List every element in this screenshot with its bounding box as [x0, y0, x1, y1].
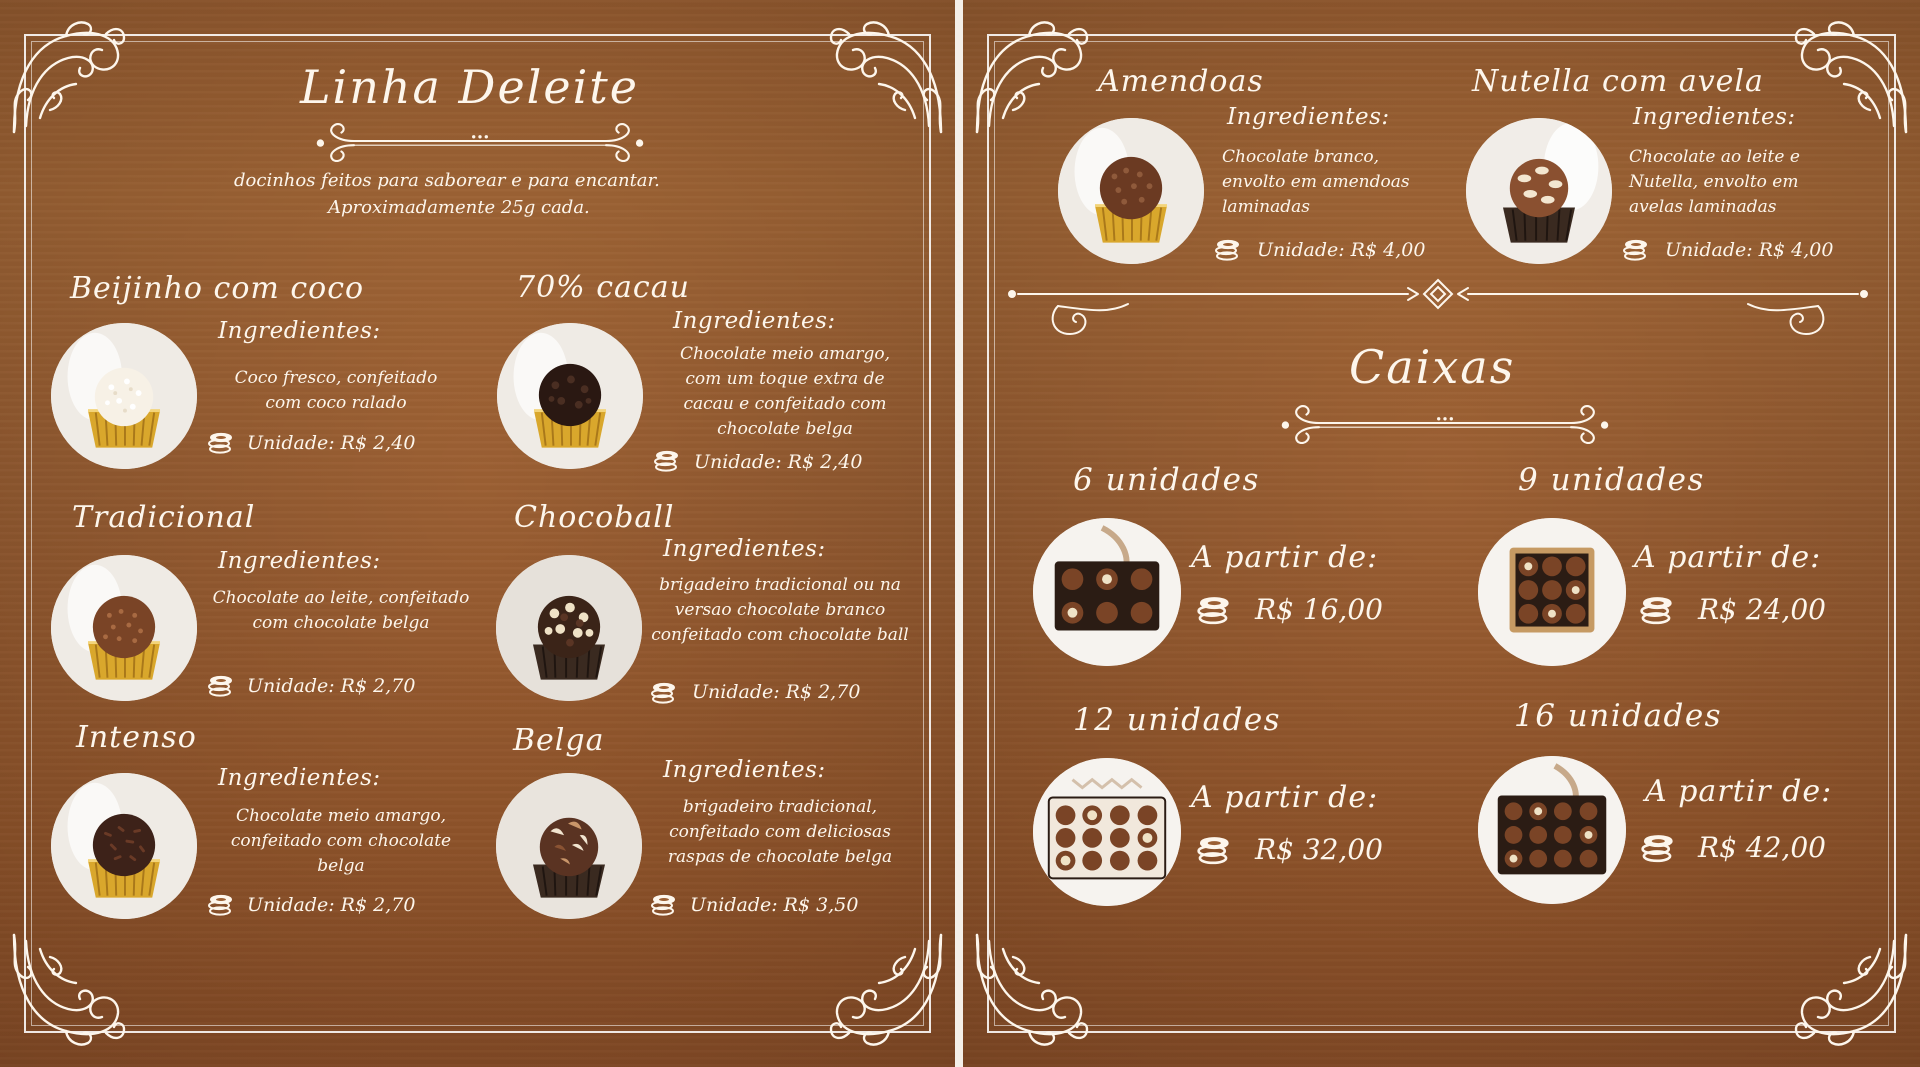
coin-stack-icon [1196, 593, 1230, 625]
product-description: Chocolate ao leite, confeitado com choco… [212, 588, 470, 633]
coin-stack-icon [207, 430, 233, 454]
product-description: Chocolate meio amargo, com um toque extr… [679, 344, 891, 439]
product-price: Unidade: R$ 4,00 [1257, 239, 1426, 261]
corner-flourish-icon [6, 14, 131, 139]
box-price: R$ 42,00 [1698, 831, 1826, 864]
product-name: Amendoas [1098, 64, 1264, 99]
coin-stack-icon [1622, 237, 1648, 261]
menu-spread: Linha Deleite docinhos feitos para sabor… [0, 0, 1920, 1067]
section-title: Caixas [1349, 340, 1516, 394]
product-name: Chocoball [514, 500, 675, 535]
product-photo-nutella [1466, 118, 1612, 264]
box-size-label: 9 unidades [1518, 462, 1705, 498]
box-photo-9 [1478, 518, 1626, 666]
product-price: Unidade: R$ 2,40 [247, 432, 416, 454]
product-price: Unidade: R$ 4,00 [1665, 239, 1834, 261]
corner-flourish-icon [6, 928, 131, 1053]
ingredients-heading: Ingredientes: [218, 318, 381, 344]
corner-flourish-icon [969, 928, 1094, 1053]
coin-stack-icon [207, 892, 233, 916]
right-menu-page: Amendoas Ingredientes: Chocolate branco,… [963, 0, 1920, 1067]
from-price-label: A partir de: [1191, 540, 1379, 575]
corner-flourish-icon [969, 14, 1094, 139]
product-photo-belga [496, 773, 642, 919]
product-photo-amendoas [1058, 118, 1204, 264]
box-size-label: 16 unidades [1514, 698, 1723, 734]
product-price: Unidade: R$ 2,40 [694, 451, 863, 473]
ingredients-heading: Ingredientes: [673, 308, 836, 334]
ingredients-heading: Ingredientes: [1227, 104, 1390, 130]
coin-stack-icon [1639, 593, 1673, 625]
product-description: brigadeiro tradicional, confeitado com d… [667, 797, 893, 867]
box-price: R$ 32,00 [1255, 833, 1383, 866]
left-menu-page: Linha Deleite docinhos feitos para sabor… [0, 0, 955, 1067]
box-photo-12 [1033, 758, 1181, 906]
product-name: Tradicional [72, 500, 256, 535]
corner-flourish-icon [824, 14, 949, 139]
box-price: R$ 24,00 [1698, 593, 1826, 626]
ingredients-heading: Ingredientes: [218, 548, 381, 574]
corner-flourish-icon [1789, 14, 1914, 139]
coin-stack-icon [650, 680, 676, 704]
ingredients-heading: Ingredientes: [1633, 104, 1796, 130]
corner-flourish-icon [1789, 928, 1914, 1053]
box-size-label: 6 unidades [1073, 462, 1260, 498]
product-description: brigadeiro tradicional ou na versao choc… [651, 575, 909, 645]
ornament-divider-icon [1245, 402, 1645, 444]
page-title: Linha Deleite [300, 60, 640, 114]
product-name: Belga [513, 723, 605, 758]
coin-stack-icon [1196, 833, 1230, 865]
product-description: Chocolate meio amargo, confeitado com ch… [230, 806, 452, 876]
product-price: Unidade: R$ 3,50 [690, 894, 859, 916]
from-price-label: A partir de: [1191, 780, 1379, 815]
ingredients-heading: Ingredientes: [663, 536, 826, 562]
page-subtitle-weight: Aproximadamente 25g cada. [328, 197, 590, 218]
page-gutter [955, 0, 963, 1067]
ingredients-heading: Ingredientes: [663, 757, 826, 783]
ornament-divider-icon [998, 274, 1878, 344]
product-photo-intenso [51, 773, 197, 919]
product-description: Coco fresco, confeitado com coco ralado [234, 368, 438, 413]
product-price: Unidade: R$ 2,70 [692, 681, 861, 703]
coin-stack-icon [650, 892, 676, 916]
product-photo-beijinho [51, 323, 197, 469]
product-name: Nutella com avela [1472, 64, 1764, 99]
coin-stack-icon [653, 448, 679, 472]
product-price: Unidade: R$ 2,70 [247, 894, 416, 916]
product-name: Beijinho com coco [70, 271, 365, 306]
product-price: Unidade: R$ 2,70 [247, 675, 416, 697]
coin-stack-icon [1214, 237, 1240, 261]
product-description: Chocolate ao leite e Nutella, envolto em… [1629, 147, 1800, 217]
coin-stack-icon [207, 673, 233, 697]
coin-stack-icon [1640, 831, 1674, 863]
product-photo-70-cacau [497, 323, 643, 469]
ornament-divider-icon [280, 120, 680, 162]
ingredients-heading: Ingredientes: [218, 765, 381, 791]
box-size-label: 12 unidades [1073, 702, 1282, 738]
product-name: Intenso [76, 720, 197, 755]
box-photo-6 [1033, 518, 1181, 666]
from-price-label: A partir de: [1645, 774, 1833, 809]
product-photo-tradicional [51, 555, 197, 701]
product-name: 70% cacau [516, 270, 690, 305]
box-price: R$ 16,00 [1255, 593, 1383, 626]
box-photo-16 [1478, 756, 1626, 904]
from-price-label: A partir de: [1634, 540, 1822, 575]
product-description: Chocolate branco, envolto em amendoas la… [1222, 147, 1410, 217]
page-subtitle: docinhos feitos para saborear e para enc… [234, 170, 660, 191]
corner-flourish-icon [824, 928, 949, 1053]
product-photo-chocoball [496, 555, 642, 701]
